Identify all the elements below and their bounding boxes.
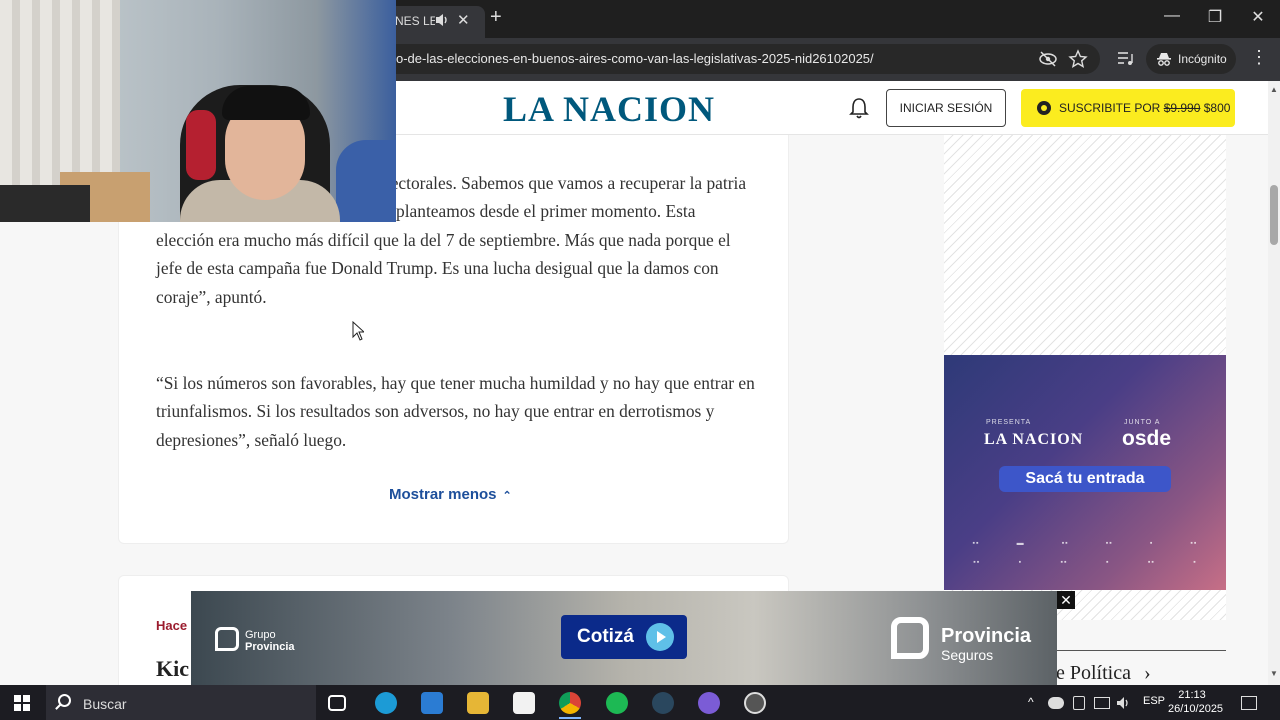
subscribe-label: SUSCRIBITE POR $9.990 $800 [1059, 101, 1231, 115]
media-control-icon[interactable] [1115, 48, 1135, 68]
quote-button[interactable]: Cotizá [561, 615, 687, 659]
onedrive-icon[interactable] [1048, 697, 1064, 709]
article-paragraph: “Si los números son favorables, hay que … [156, 373, 755, 450]
steam-icon[interactable] [652, 692, 674, 714]
microsoft-store-icon[interactable] [513, 692, 535, 714]
ad-junto-a: JUNTO A [1124, 419, 1161, 426]
taskbar-search-box[interactable]: Buscar [46, 685, 316, 720]
mouse-cursor-icon [352, 321, 364, 341]
language-indicator[interactable]: ESP [1143, 695, 1165, 707]
edge-icon[interactable] [375, 692, 397, 714]
minimize-button[interactable]: — [1157, 7, 1187, 25]
address-bar[interactable]: o-de-las-elecciones-en-buenos-aires-como… [380, 44, 1100, 74]
sidebar-ad[interactable]: PRESENTA JUNTO A LA NACION osde Sacá tu … [944, 355, 1226, 590]
incognito-label: Incógnito [1178, 52, 1227, 66]
scrollbar-thumb[interactable] [1270, 185, 1278, 245]
incognito-badge[interactable]: Incógnito [1146, 44, 1236, 74]
section-link-label: e Política [1056, 662, 1131, 684]
la-nacion-logo[interactable]: LA NACION [503, 88, 715, 130]
incognito-icon [1157, 53, 1171, 66]
windows-start-icon[interactable] [14, 695, 30, 711]
section-link-politica[interactable]: e Política › [1056, 662, 1151, 685]
discord-icon[interactable] [698, 692, 720, 714]
close-window-button[interactable]: ✕ [1243, 7, 1273, 27]
browser-tab[interactable]: NES LEC ✕ [385, 6, 485, 38]
system-clock[interactable]: 21:13 26/10/2025 [1168, 688, 1224, 716]
audio-playing-icon[interactable] [435, 12, 449, 28]
clock-time: 21:13 [1178, 689, 1206, 701]
show-less-label: Mostrar menos [389, 486, 497, 503]
scroll-down-arrow-icon[interactable]: ▼ [1270, 669, 1278, 678]
section-divider [1056, 650, 1226, 651]
bottom-banner-ad[interactable]: Grupo Provincia Cotizá Provincia Seguros [191, 591, 1057, 685]
show-hidden-icons[interactable]: ^ [1028, 695, 1034, 709]
network-icon[interactable] [1094, 697, 1110, 709]
subscribe-icon [1037, 101, 1051, 115]
ad-brand: LA NACION [984, 431, 1084, 448]
chevron-right-icon: › [1143, 662, 1151, 684]
windows-taskbar: Buscar ^ ESP 21:13 26/10/2025 [0, 685, 1280, 720]
browser-menu-icon[interactable]: ⋮ [1250, 47, 1268, 68]
page-scrollbar[interactable]: ▲ ▼ [1268, 81, 1280, 685]
search-placeholder: Buscar [83, 696, 127, 712]
quote-label: Cotizá [577, 626, 634, 647]
subscribe-button[interactable]: SUSCRIBITE POR $9.990 $800 [1021, 89, 1235, 127]
tracking-protection-icon[interactable] [1038, 49, 1058, 69]
play-icon [646, 623, 674, 651]
task-view-icon[interactable] [328, 695, 346, 711]
obs-icon[interactable] [744, 692, 766, 714]
search-icon [58, 694, 71, 707]
close-tab-icon[interactable]: ✕ [457, 11, 470, 29]
grupo-provincia-icon [215, 627, 239, 651]
time-label: Hace [156, 618, 188, 633]
spotify-icon[interactable] [606, 692, 628, 714]
ad-placeholder [944, 135, 1226, 355]
new-price: $800 [1203, 101, 1231, 115]
close-ad-button[interactable]: ✕ [1057, 591, 1075, 609]
provincia-icon [891, 617, 929, 659]
url-text[interactable]: o-de-las-elecciones-en-buenos-aires-como… [396, 51, 874, 66]
show-less-button[interactable]: Mostrar menos ⌃ [389, 486, 512, 503]
ad-cta-button[interactable]: Sacá tu entrada [999, 466, 1171, 492]
clock-date: 26/10/2025 [1168, 703, 1224, 715]
next-article-headline[interactable]: Kic [156, 656, 189, 682]
active-app-indicator [559, 717, 581, 719]
ad-presenta: PRESENTA [986, 419, 1032, 426]
old-price: $9.990 [1163, 101, 1201, 115]
scroll-up-arrow-icon[interactable]: ▲ [1270, 85, 1278, 94]
ad-sponsor-logos: ▪▪ ▬ ▪▪ ▪▪ ▪ ▪▪ ▪▪ ▪ ▪▪ ▪ ▪▪ ▪ [972, 540, 1198, 566]
device-icon[interactable] [1073, 696, 1085, 710]
bookmark-star-icon[interactable] [1068, 49, 1088, 69]
tab-title: NES LEC [395, 14, 435, 28]
webcam-overlay [0, 0, 396, 222]
login-button[interactable]: INICIAR SESIÓN [886, 89, 1006, 127]
mail-icon[interactable] [421, 692, 443, 714]
volume-icon[interactable] [1116, 696, 1132, 710]
notifications-icon[interactable] [1241, 696, 1257, 710]
maximize-button[interactable]: ❐ [1200, 7, 1230, 27]
notifications-bell-icon[interactable] [848, 96, 870, 120]
new-tab-button[interactable]: + [490, 6, 502, 29]
ad-partner: osde [1122, 427, 1172, 450]
chevron-up-icon: ⌃ [502, 490, 512, 502]
chrome-icon[interactable] [559, 692, 581, 714]
file-explorer-icon[interactable] [467, 692, 489, 714]
